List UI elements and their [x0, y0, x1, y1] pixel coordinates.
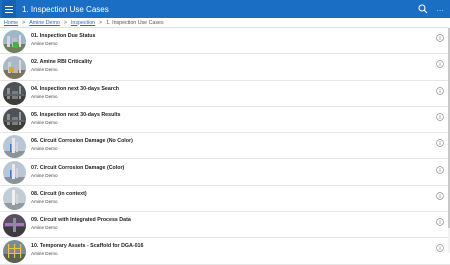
info-icon[interactable]	[436, 218, 444, 226]
list-item-subtitle: Amine Demo	[31, 251, 58, 257]
info-icon[interactable]	[436, 139, 444, 147]
list-item-title: 05. Inspection next 30-days Results	[31, 111, 121, 118]
list-item[interactable]: 01. Inspection Due Status Amine Demo	[0, 28, 450, 55]
thumbnail-image	[3, 213, 26, 237]
app-header: 1. Inspection Use Cases ...	[0, 0, 450, 18]
page-title: 1. Inspection Use Cases	[22, 4, 109, 14]
list-item-title: 01. Inspection Due Status	[31, 33, 96, 39]
list-item[interactable]: 04. Inspection next 30-days Search Amine …	[0, 81, 450, 107]
list-item-subtitle: Amine Demo	[31, 172, 58, 178]
list-item[interactable]: 10. Temporary Assets - Scaffold for DGA-…	[0, 238, 450, 265]
list-item-subtitle: Amine Demo	[31, 198, 58, 204]
breadcrumb: Home > Amine Demo > Inspection > 1. Insp…	[0, 18, 450, 27]
info-icon[interactable]	[436, 34, 444, 42]
info-icon[interactable]	[436, 192, 444, 200]
breadcrumb-separator: >	[22, 19, 26, 26]
info-icon[interactable]	[436, 113, 444, 121]
list-item-title: 02. Amine RBI Criticality	[31, 59, 93, 66]
thumbnail-image	[3, 187, 26, 211]
thumbnail-image	[3, 55, 26, 79]
thumbnail-image	[3, 108, 26, 132]
list-item[interactable]: 07. Circuit Corrosion Damage (Color) Amin…	[0, 160, 450, 186]
list-item-title: 07. Circuit Corrosion Damage (Color)	[31, 164, 125, 171]
list-item-subtitle: Amine Demo	[31, 119, 58, 125]
info-icon[interactable]	[436, 244, 444, 253]
list-item-subtitle: Amine Demo	[31, 225, 58, 231]
thumbnail-image	[3, 239, 26, 263]
info-icon[interactable]	[436, 60, 444, 68]
list-item-title: 06. Circuit Corrosion Damage (No Color)	[31, 138, 133, 145]
thumbnail-image	[3, 161, 26, 184]
search-icon[interactable]	[417, 3, 429, 15]
list-item-subtitle: Amine Demo	[31, 146, 58, 152]
hamburger-icon[interactable]	[2, 0, 16, 18]
info-icon[interactable]	[436, 86, 444, 95]
list-item[interactable]: 08. Circuit (in context) Amine Demo	[0, 186, 450, 213]
list-item-subtitle: Amine Demo	[31, 93, 58, 99]
breadcrumb-home[interactable]: Home	[4, 20, 18, 26]
breadcrumb-separator: >	[99, 19, 103, 26]
list-item[interactable]: 05. Inspection next 30-days Results Amine…	[0, 107, 450, 134]
info-icon[interactable]	[436, 165, 444, 174]
list-item[interactable]: 02. Amine RBI Criticality Amine Demo	[0, 54, 450, 81]
thumbnail-image	[3, 82, 26, 106]
breadcrumb-current: 1. Inspection Use Cases	[106, 19, 164, 26]
breadcrumb-separator: >	[63, 19, 67, 26]
breadcrumb-inspection[interactable]: Inspection	[71, 20, 95, 26]
list-item-subtitle: Amine Demo	[31, 41, 58, 46]
list-item-title: 08. Circuit (in context)	[31, 190, 87, 197]
list-item-title: 09. Circuit with Integrated Process Data	[31, 217, 131, 224]
use-case-list: 01. Inspection Due Status Amine Demo 02. A…	[0, 27, 450, 265]
thumbnail-image	[3, 134, 26, 158]
list-item-title: 04. Inspection next 30-days Search	[31, 85, 120, 92]
list-item[interactable]: 06. Circuit Corrosion Damage (No Color) A…	[0, 133, 450, 160]
breadcrumb-amine-demo[interactable]: Amine Demo	[29, 20, 60, 26]
list-item[interactable]: 09. Circuit with Integrated Process Data…	[0, 212, 450, 239]
list-item-title: 10. Temporary Assets - Scaffold for DGA-…	[31, 243, 144, 250]
more-options-button[interactable]: ...	[437, 6, 444, 13]
thumbnail-image	[3, 29, 26, 53]
list-item-subtitle: Amine Demo	[31, 67, 58, 73]
